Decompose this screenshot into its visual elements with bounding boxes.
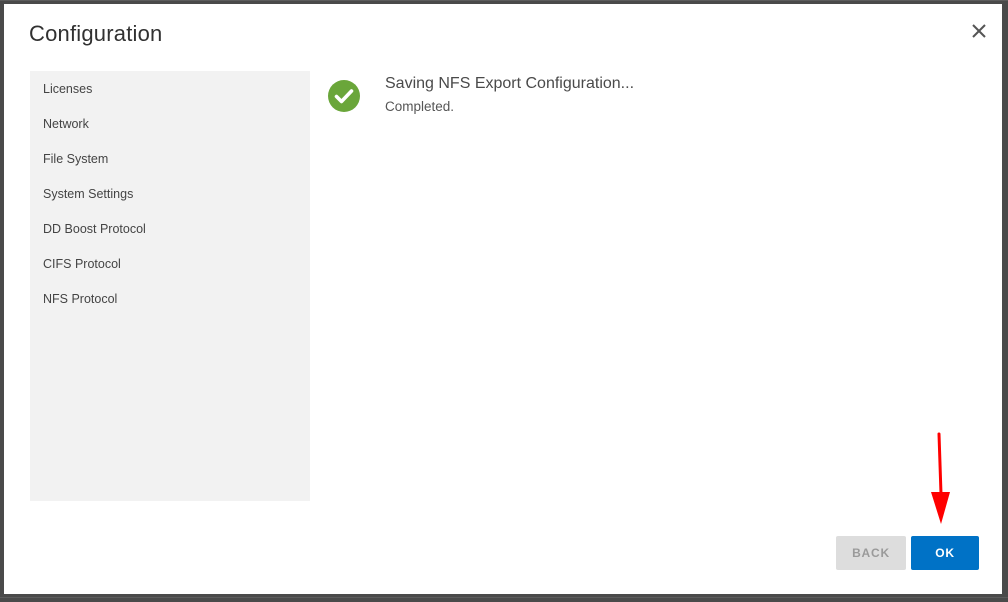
status-message: Completed. [385, 99, 455, 114]
back-button[interactable]: BACK [836, 536, 906, 570]
sidebar-item-cifs-protocol[interactable]: CIFS Protocol [43, 257, 121, 271]
wizard-sidebar: Licenses Network File System System Sett… [30, 71, 310, 501]
sidebar-item-dd-boost-protocol[interactable]: DD Boost Protocol [43, 222, 146, 236]
backdrop-line [0, 0, 1008, 1]
sidebar-item-network[interactable]: Network [43, 117, 89, 131]
sidebar-item-licenses[interactable]: Licenses [43, 82, 92, 96]
status-title: Saving NFS Export Configuration... [385, 75, 635, 92]
close-icon [972, 24, 986, 38]
sidebar-item-nfs-protocol[interactable]: NFS Protocol [43, 292, 117, 306]
sidebar-item-system-settings[interactable]: System Settings [43, 187, 133, 201]
red-arrow-annotation [924, 432, 954, 526]
configuration-dialog: Configuration Licenses Network File Syst… [4, 4, 1002, 594]
check-circle-icon [328, 80, 360, 112]
sidebar-item-file-system[interactable]: File System [43, 152, 108, 166]
backdrop-line [0, 597, 1008, 598]
ok-button[interactable]: OK [911, 536, 979, 570]
dialog-title: Configuration [29, 21, 163, 46]
close-button[interactable] [968, 20, 990, 42]
